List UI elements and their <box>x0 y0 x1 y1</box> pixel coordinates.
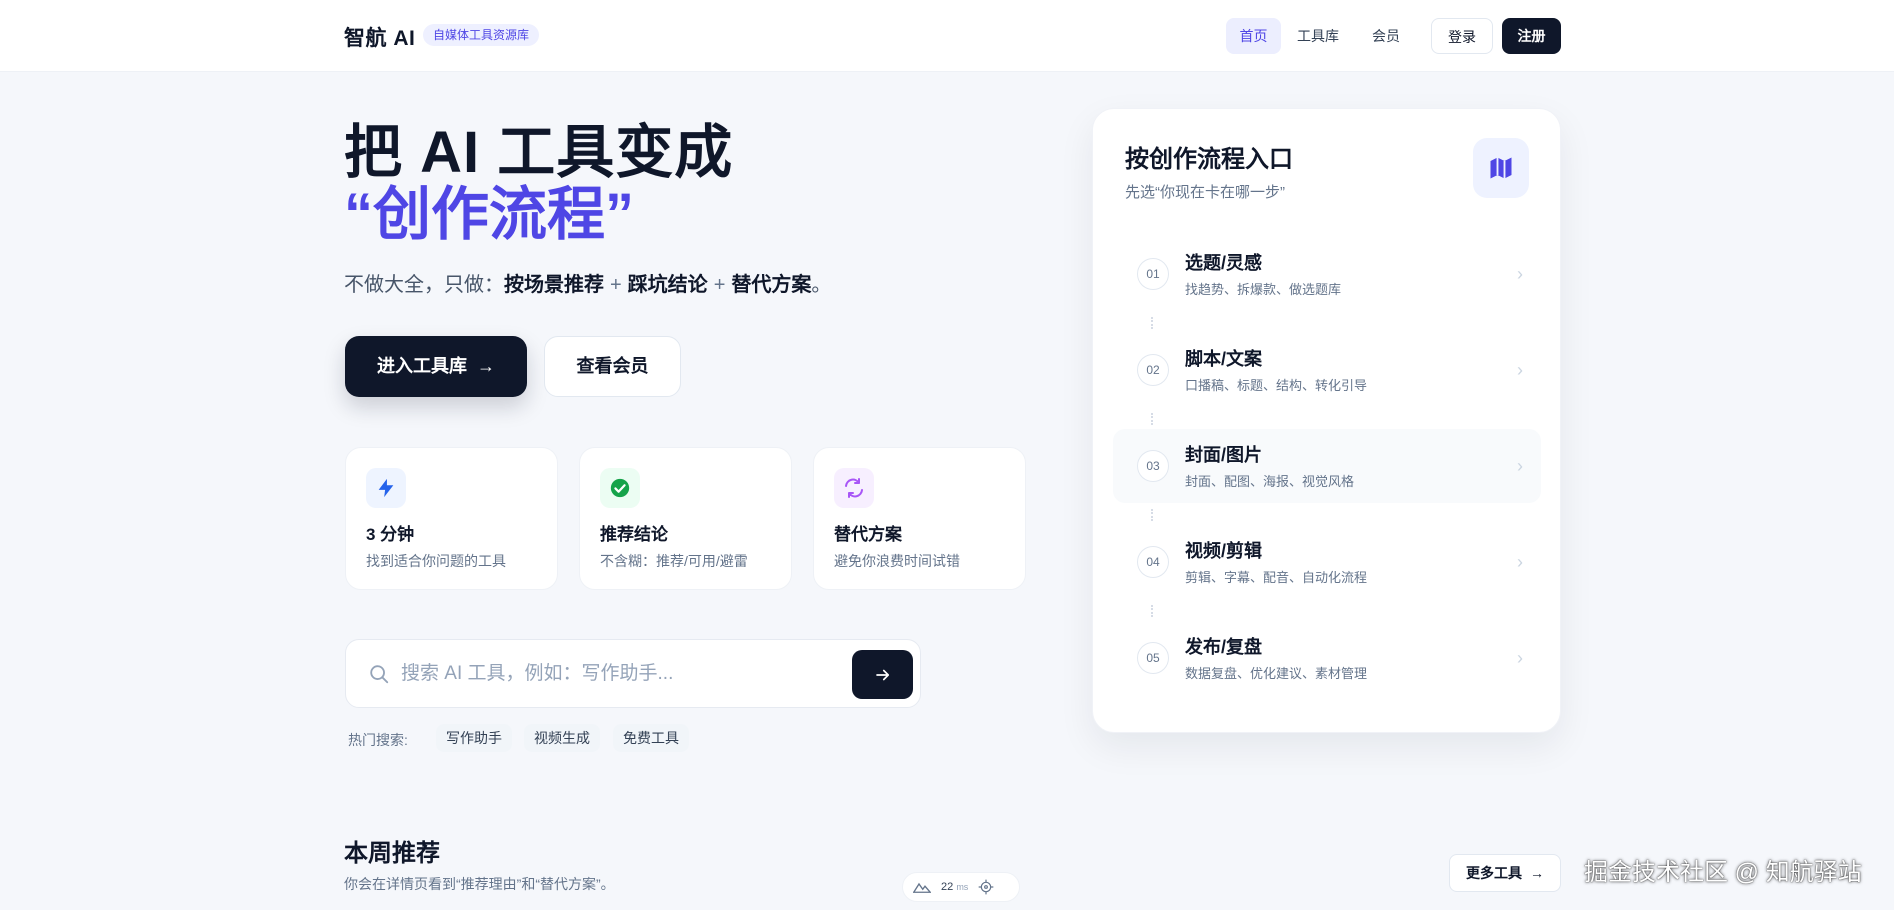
chevron-right-icon: › <box>1517 360 1523 380</box>
register-button[interactable]: 注册 <box>1502 18 1561 54</box>
workflow-panel: 按创作流程入口 先选“你现在卡在哪一步” 01 选题/灵感 找趋势、拆爆款、做选… <box>1092 108 1561 733</box>
enter-toolbox-label: 进入工具库 <box>377 356 467 376</box>
chevron-right-icon: › <box>1517 648 1523 668</box>
chevron-right-icon: › <box>1517 456 1523 476</box>
workflow-step-script[interactable]: 02 脚本/文案 口播稿、标题、结构、转化引导 › <box>1113 333 1541 407</box>
more-tools-button[interactable]: 更多工具 → <box>1449 854 1561 892</box>
map-icon <box>1473 138 1529 198</box>
step-title: 发布/复盘 <box>1185 637 1263 657</box>
hero-subtitle: 不做大全，只做：按场景推荐 + 踩坑结论 + 替代方案。 <box>344 268 831 297</box>
feature-title: 替代方案 <box>834 525 902 544</box>
feature-card-alternatives: 替代方案 避免你浪费时间试错 <box>813 447 1026 590</box>
hero-title-line2: “创作流程” <box>344 182 635 247</box>
check-circle-icon <box>600 468 640 508</box>
arrow-right-icon: → <box>477 356 495 376</box>
swap-icon <box>834 468 874 508</box>
hot-search-label: 热门搜索: <box>348 732 408 748</box>
hero-title-line1: 把 AI 工具变成 <box>344 120 734 185</box>
search-icon <box>368 663 390 690</box>
step-connector <box>1151 509 1153 521</box>
step-title: 脚本/文案 <box>1185 349 1263 369</box>
step-desc: 封面、配图、海报、视觉风格 <box>1185 474 1355 489</box>
feature-title: 3 分钟 <box>366 525 415 544</box>
subtitle-item: 踩坑结论 <box>627 274 708 296</box>
feature-card-speed: 3 分钟 找到适合你问题的工具 <box>345 447 558 590</box>
enter-toolbox-button[interactable]: 进入工具库 → <box>345 336 527 397</box>
step-connector <box>1151 317 1153 329</box>
step-desc: 口播稿、标题、结构、转化引导 <box>1185 378 1368 393</box>
step-number: 05 <box>1137 642 1169 674</box>
feature-title: 推荐结论 <box>600 525 668 544</box>
step-desc: 找趋势、拆爆款、做选题库 <box>1185 282 1342 297</box>
feature-desc: 避免你浪费时间试错 <box>834 553 960 569</box>
step-title: 封面/图片 <box>1185 445 1263 465</box>
login-button[interactable]: 登录 <box>1431 18 1493 54</box>
nav-tools[interactable]: 工具库 <box>1292 18 1344 54</box>
step-number: 02 <box>1137 354 1169 386</box>
view-membership-button[interactable]: 查看会员 <box>544 336 681 397</box>
chevron-right-icon: › <box>1517 552 1523 572</box>
step-desc: 数据复盘、优化建议、素材管理 <box>1185 666 1368 681</box>
feature-desc: 不含糊：推荐/可用/避雷 <box>600 553 748 569</box>
search-submit-button[interactable] <box>852 650 913 699</box>
search-input[interactable] <box>401 654 841 694</box>
arrow-right-icon: → <box>1529 865 1544 881</box>
more-tools-label: 更多工具 <box>1466 865 1523 881</box>
workflow-step-video[interactable]: 04 视频/剪辑 剪辑、字幕、配音、自动化流程 › <box>1113 525 1541 599</box>
subtitle-plus: + <box>610 274 622 296</box>
subtitle-end: 。 <box>811 274 832 296</box>
watermark: 掘金技术社区 @ 知航驿站 <box>1584 859 1862 886</box>
nav-member[interactable]: 会员 <box>1364 18 1408 54</box>
weekly-title: 本周推荐 <box>344 840 440 867</box>
step-number: 03 <box>1137 450 1169 482</box>
panel-subtitle: 先选“你现在卡在哪一步” <box>1125 184 1285 201</box>
subtitle-item: 按场景推荐 <box>504 274 604 296</box>
subtitle-lead: 不做大全，只做： <box>344 274 504 296</box>
workflow-step-topic[interactable]: 01 选题/灵感 找趋势、拆爆款、做选题库 › <box>1113 237 1541 311</box>
step-connector <box>1151 413 1153 425</box>
workflow-step-publish[interactable]: 05 发布/复盘 数据复盘、优化建议、素材管理 › <box>1113 621 1541 695</box>
bolt-icon <box>366 468 406 508</box>
feature-card-verdict: 推荐结论 不含糊：推荐/可用/避雷 <box>579 447 792 590</box>
chevron-right-icon: › <box>1517 264 1523 284</box>
feature-desc: 找到适合你问题的工具 <box>366 553 506 569</box>
workflow-step-cover[interactable]: 03 封面/图片 封面、配图、海报、视觉风格 › <box>1113 429 1541 503</box>
mountain-icon <box>913 882 931 893</box>
subtitle-plus: + <box>713 274 726 296</box>
step-number: 01 <box>1137 258 1169 290</box>
step-number: 04 <box>1137 546 1169 578</box>
perf-widget[interactable]: 22 ms <box>902 872 1020 902</box>
weekly-subtitle: 你会在详情页看到“推荐理由”和“替代方案”。 <box>344 876 615 892</box>
hot-search-chip[interactable]: 视频生成 <box>524 724 600 752</box>
top-header: 智航 AI 自媒体工具资源库 首页 工具库 会员 登录 注册 <box>0 0 1894 72</box>
search-box <box>345 639 921 708</box>
hot-search-chip[interactable]: 写作助手 <box>436 724 512 752</box>
step-desc: 剪辑、字幕、配音、自动化流程 <box>1185 570 1368 585</box>
arrow-right-icon <box>875 669 889 680</box>
nav-home[interactable]: 首页 <box>1226 18 1281 54</box>
step-title: 视频/剪辑 <box>1185 541 1263 561</box>
brand-badge: 自媒体工具资源库 <box>423 24 540 46</box>
crosshair-icon <box>978 879 994 895</box>
step-title: 选题/灵感 <box>1185 253 1263 273</box>
brand-logo[interactable]: 智航 AI <box>344 22 415 52</box>
step-connector <box>1151 605 1153 617</box>
perf-value: 22 ms <box>941 881 969 893</box>
subtitle-item: 替代方案 <box>731 274 812 296</box>
hot-search-chip[interactable]: 免费工具 <box>613 724 689 752</box>
panel-title: 按创作流程入口 <box>1125 146 1293 173</box>
